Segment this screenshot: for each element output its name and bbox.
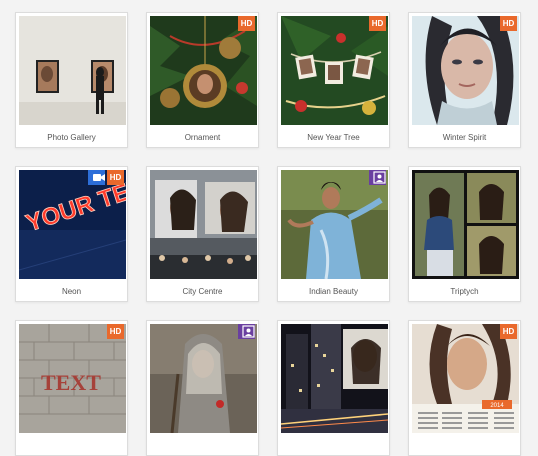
hd-badge-icon: HD — [107, 324, 124, 339]
effect-thumbnail[interactable]: YOUR TEXT — [19, 170, 126, 279]
calendar-image: 2014 — [412, 324, 519, 433]
gallery-wall-image — [19, 16, 126, 125]
face-frame-icon — [238, 324, 255, 339]
effect-card-old-woman[interactable] — [146, 320, 259, 456]
effect-label: Indian Beauty — [309, 287, 358, 296]
effect-thumbnail[interactable]: TEXT — [19, 324, 126, 433]
effect-card-indian-beauty[interactable]: Indian Beauty — [277, 166, 390, 302]
effect-card-calendar[interactable]: 2014 HD — [408, 320, 521, 456]
old-woman-image — [150, 324, 257, 433]
hd-badge-icon: HD — [107, 170, 124, 185]
effect-label: Neon — [61, 287, 82, 296]
effect-thumbnail[interactable] — [150, 170, 257, 279]
wall-painted-text: TEXT — [41, 370, 101, 395]
effect-card-wall-text[interactable]: TEXT HD — [15, 320, 128, 456]
effect-thumbnail[interactable] — [281, 16, 388, 125]
effect-label: Triptych — [450, 287, 479, 296]
effect-card-city-centre[interactable]: City Centre — [146, 166, 259, 302]
new-year-tree-image — [281, 16, 388, 125]
effect-card-winter-spirit[interactable]: HD Winter Spirit — [408, 12, 521, 148]
effect-thumbnail[interactable]: 2014 — [412, 324, 519, 433]
effect-label: Winter Spirit — [442, 133, 487, 142]
night-billboard-image — [281, 324, 388, 433]
indian-beauty-image — [281, 170, 388, 279]
ornament-image — [150, 16, 257, 125]
effects-grid: Photo Gallery HD Ornament HD New Year Tr… — [0, 0, 538, 456]
triptych-image — [412, 170, 519, 279]
effect-card-ornament[interactable]: HD Ornament — [146, 12, 259, 148]
effect-label: Photo Gallery — [47, 133, 96, 142]
effect-thumbnail[interactable] — [412, 16, 519, 125]
hd-badge-icon: HD — [369, 16, 386, 31]
calendar-year: 2014 — [490, 403, 504, 409]
effect-thumbnail[interactable] — [412, 170, 519, 279]
hd-badge-icon: HD — [500, 16, 517, 31]
effect-label: New Year Tree — [307, 133, 360, 142]
effect-thumbnail[interactable] — [281, 324, 388, 433]
hd-badge-icon: HD — [238, 16, 255, 31]
effect-card-new-year-tree[interactable]: HD New Year Tree — [277, 12, 390, 148]
winter-spirit-image — [412, 16, 519, 125]
effect-label: City Centre — [182, 287, 223, 296]
city-centre-image — [150, 170, 257, 279]
effect-card-photo-gallery[interactable]: Photo Gallery — [15, 12, 128, 148]
effect-card-triptych[interactable]: Triptych — [408, 166, 521, 302]
effect-thumbnail[interactable] — [150, 16, 257, 125]
effect-thumbnail[interactable] — [281, 170, 388, 279]
effect-card-neon[interactable]: YOUR TEXT HD Neon — [15, 166, 128, 302]
brick-wall-text-image: TEXT — [19, 324, 126, 433]
effect-card-night-billboard[interactable] — [277, 320, 390, 456]
effect-label: Ornament — [184, 133, 221, 142]
video-camera-icon — [88, 170, 105, 185]
hd-badge-icon: HD — [500, 324, 517, 339]
face-frame-icon — [369, 170, 386, 185]
neon-image: YOUR TEXT — [19, 170, 126, 279]
effect-thumbnail[interactable] — [19, 16, 126, 125]
effect-thumbnail[interactable] — [150, 324, 257, 433]
